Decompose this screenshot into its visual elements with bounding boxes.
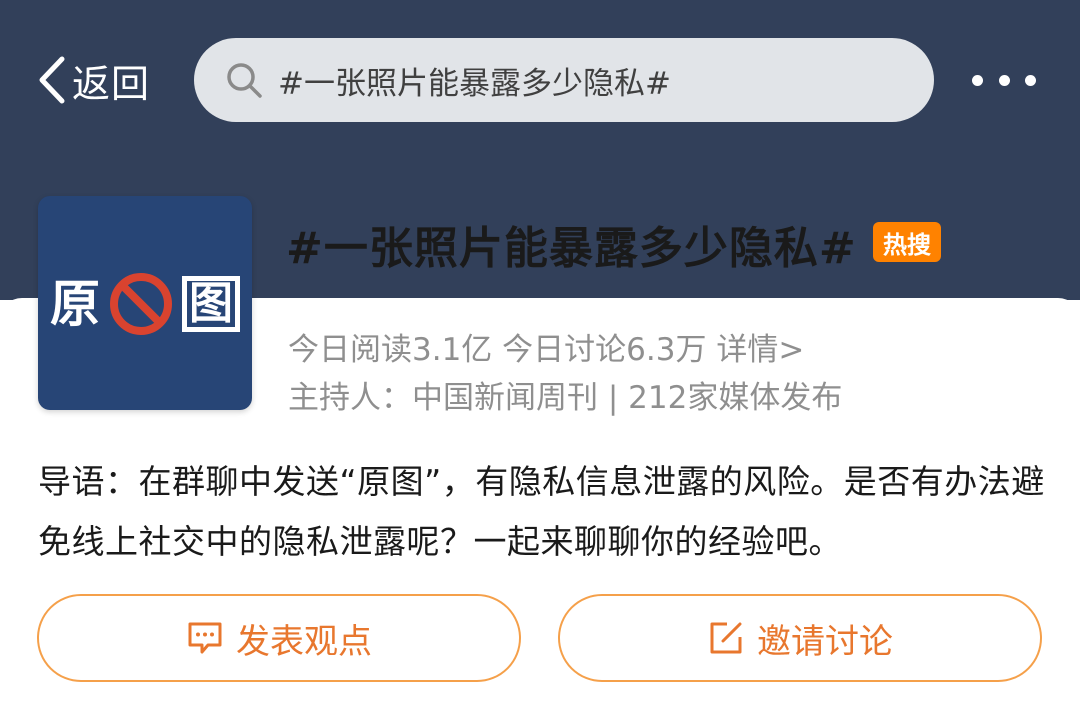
media-count: 212家媒体发布 xyxy=(628,380,843,416)
search-icon xyxy=(227,63,262,98)
post-opinion-label: 发表观点 xyxy=(236,621,372,662)
more-dot-icon xyxy=(972,74,983,86)
post-opinion-button[interactable]: 发表观点 xyxy=(37,594,521,682)
hot-badge: 热搜 xyxy=(873,222,941,262)
details-link[interactable]: 详情> xyxy=(716,332,804,368)
chevron-left-icon xyxy=(39,56,65,104)
invite-discussion-label: 邀请讨论 xyxy=(757,621,893,662)
more-dot-icon xyxy=(1025,74,1036,86)
search-query-text: #一张照片能暴露多少隐私# xyxy=(278,65,671,102)
topic-title: #一张照片能暴露多少隐私# xyxy=(286,223,857,274)
comment-icon xyxy=(188,622,222,654)
host-label: 主持人： xyxy=(288,380,412,416)
read-count: 今日阅读3.1亿 xyxy=(288,332,493,368)
separator: | xyxy=(607,380,619,416)
discussion-count: 今日讨论6.3万 xyxy=(502,332,707,368)
cover-right-char: 图 xyxy=(182,276,240,332)
prohibited-icon xyxy=(110,273,172,335)
topic-host-line: 主持人：中国新闻周刊 | 212家媒体发布 xyxy=(288,372,842,417)
edit-icon xyxy=(710,622,742,654)
host-name[interactable]: 中国新闻周刊 xyxy=(412,380,598,416)
more-dot-icon xyxy=(998,74,1010,86)
cover-left-char: 原 xyxy=(50,275,100,333)
topic-stats: 今日阅读3.1亿 今日讨论6.3万 详情> xyxy=(288,324,804,369)
back-label: 返回 xyxy=(72,61,151,106)
more-options-button[interactable] xyxy=(972,66,1036,94)
invite-discussion-button[interactable]: 邀请讨论 xyxy=(558,594,1042,682)
search-input[interactable]: #一张照片能暴露多少隐私# xyxy=(194,38,934,122)
topic-cover-image: 原 图 xyxy=(38,196,252,410)
topic-intro: 导语：在群聊中发送“原图”，有隐私信息泄露的风险。是否有办法避免线上社交中的隐私… xyxy=(38,462,1045,561)
back-button[interactable]: 返回 xyxy=(34,52,150,108)
